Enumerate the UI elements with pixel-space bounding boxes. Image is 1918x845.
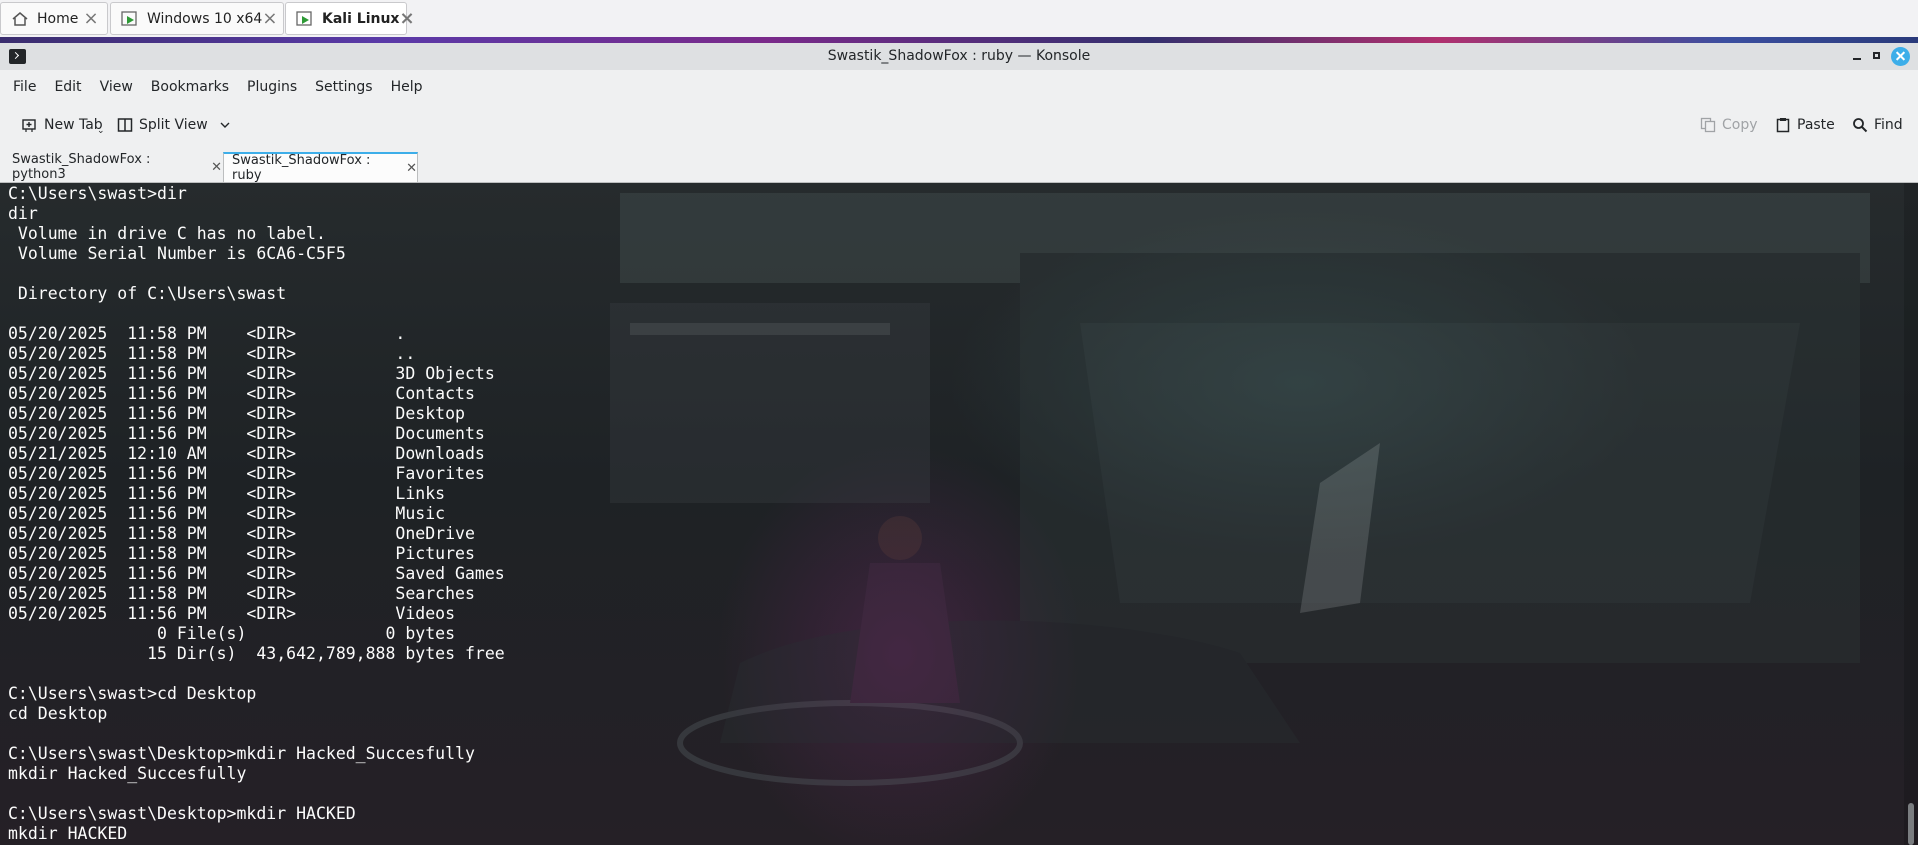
terminal-line: Volume Serial Number is 6CA6-C5F5 — [8, 244, 346, 263]
vm-tab-label: Windows 10 x64 — [147, 10, 263, 27]
terminal-line: cd Desktop — [8, 704, 108, 723]
terminal-line: mkdir Hacked_Succesfully — [8, 764, 247, 783]
konsole-window: Swastik_ShadowFox : ruby — Konsole File … — [0, 43, 1918, 845]
terminal-line: 05/20/2025 11:58 PM <DIR> Searches — [8, 584, 475, 603]
menu-edit[interactable]: Edit — [45, 70, 90, 104]
home-icon — [11, 10, 29, 28]
close-window-button[interactable] — [1891, 47, 1910, 66]
menu-settings[interactable]: Settings — [306, 70, 381, 104]
terminal-line: Directory of C:\Users\swast — [8, 284, 287, 303]
close-tab-icon[interactable]: ✕ — [211, 160, 222, 175]
terminal-line: C:\Users\swast\Desktop>mkdir Hacked_Succ… — [8, 744, 475, 763]
vm-tab-strip: Home × Windows 10 x64 × Kali Linux × — [0, 0, 1918, 38]
menu-plugins[interactable]: Plugins — [238, 70, 306, 104]
scrollbar-thumb[interactable] — [1908, 803, 1914, 845]
terminal-line: C:\Users\swast\Desktop>mkdir HACKED — [8, 804, 356, 823]
terminal-tab-bar: Swastik_ShadowFox : python3 ✕ Swastik_Sh… — [0, 146, 1918, 183]
terminal-line: 05/20/2025 11:56 PM <DIR> Links — [8, 484, 446, 503]
terminal-line: 05/20/2025 11:56 PM <DIR> Videos — [8, 604, 456, 623]
terminal-line: 05/20/2025 11:56 PM <DIR> Documents — [8, 424, 485, 443]
new-tab-button[interactable]: New Tab ⌄ — [22, 112, 105, 138]
paste-label: Paste — [1797, 117, 1835, 133]
vm-tab-label: Home — [37, 10, 79, 27]
split-view-button[interactable]: Split View — [117, 112, 230, 138]
split-view-label: Split View — [139, 117, 208, 133]
terminal-line: 05/20/2025 11:56 PM <DIR> Music — [8, 504, 446, 523]
terminal-scrollbar[interactable] — [1904, 183, 1918, 845]
wallpaper-artwork — [610, 193, 1870, 786]
vm-tab-home[interactable]: Home × — [0, 2, 108, 35]
menu-bar: File Edit View Bookmarks Plugins Setting… — [0, 70, 1918, 104]
close-icon[interactable]: × — [81, 8, 101, 29]
terminal-line: 15 Dir(s) 43,642,789,888 bytes free — [8, 644, 505, 663]
vm-play-icon — [121, 10, 139, 28]
minimize-button[interactable] — [1849, 48, 1866, 65]
vm-play-icon — [296, 10, 314, 28]
terminal-line: 05/20/2025 11:58 PM <DIR> .. — [8, 344, 416, 363]
close-tab-icon[interactable]: ✕ — [406, 161, 417, 176]
tab-label: Swastik_ShadowFox : ruby — [232, 153, 371, 183]
copy-button[interactable]: Copy — [1700, 112, 1758, 138]
copy-icon — [1700, 117, 1716, 133]
terminal-line: 05/21/2025 12:10 AM <DIR> Downloads — [8, 444, 485, 463]
terminal-view[interactable]: C:\Users\swast>dir dir Volume in drive C … — [0, 183, 1918, 845]
chevron-down-icon[interactable] — [220, 117, 230, 133]
tab-python3[interactable]: Swastik_ShadowFox : python3 ✕ — [4, 152, 222, 182]
maximize-button[interactable] — [1869, 48, 1886, 65]
terminal-line: 05/20/2025 11:56 PM <DIR> Contacts — [8, 384, 475, 403]
split-view-icon — [117, 117, 133, 133]
terminal-line: Volume in drive C has no label. — [8, 224, 326, 243]
terminal-line: 05/20/2025 11:58 PM <DIR> OneDrive — [8, 524, 475, 543]
find-button[interactable]: Find — [1852, 112, 1903, 138]
close-icon[interactable]: × — [399, 8, 414, 29]
terminal-line: 05/20/2025 11:58 PM <DIR> . — [8, 324, 406, 343]
vm-tab-windows[interactable]: Windows 10 x64 × — [110, 2, 284, 35]
menu-view[interactable]: View — [91, 70, 142, 104]
tab-label: Swastik_ShadowFox : python3 — [12, 152, 151, 182]
terminal-line: C:\Users\swast>cd Desktop — [8, 684, 257, 703]
vm-tab-kali[interactable]: Kali Linux × — [285, 2, 415, 35]
find-label: Find — [1874, 117, 1903, 133]
terminal-line: 0 File(s) 0 bytes — [8, 624, 456, 643]
tab-ruby[interactable]: Swastik_ShadowFox : ruby ✕ — [223, 152, 418, 183]
toolbar: New Tab ⌄ Split View Copy Paste Find — [0, 104, 1918, 146]
terminal-output: C:\Users\swast>dir dir Volume in drive C … — [8, 184, 505, 844]
terminal-line: dir — [8, 204, 38, 223]
copy-label: Copy — [1722, 117, 1758, 133]
terminal-line: mkdir HACKED — [8, 824, 128, 843]
paste-icon — [1775, 117, 1791, 133]
close-icon[interactable]: × — [262, 8, 277, 29]
terminal-line: 05/20/2025 11:58 PM <DIR> Pictures — [8, 544, 475, 563]
terminal-line: C:\Users\swast>dir — [8, 184, 187, 203]
menu-bookmarks[interactable]: Bookmarks — [142, 70, 238, 104]
search-icon — [1852, 117, 1868, 133]
new-tab-icon — [22, 117, 38, 133]
terminal-line: 05/20/2025 11:56 PM <DIR> 3D Objects — [8, 364, 495, 383]
paste-button[interactable]: Paste — [1775, 112, 1835, 138]
vm-tab-label: Kali Linux — [322, 10, 400, 27]
terminal-line: 05/20/2025 11:56 PM <DIR> Favorites — [8, 464, 485, 483]
terminal-line: 05/20/2025 11:56 PM <DIR> Desktop — [8, 404, 465, 423]
window-titlebar[interactable]: Swastik_ShadowFox : ruby — Konsole — [0, 43, 1918, 70]
chevron-down-icon: ⌄ — [97, 126, 105, 136]
terminal-line: 05/20/2025 11:56 PM <DIR> Saved Games — [8, 564, 505, 583]
window-title: Swastik_ShadowFox : ruby — Konsole — [827, 48, 1091, 64]
new-tab-label: New Tab — [44, 117, 103, 133]
menu-help[interactable]: Help — [382, 70, 432, 104]
menu-file[interactable]: File — [0, 70, 45, 104]
